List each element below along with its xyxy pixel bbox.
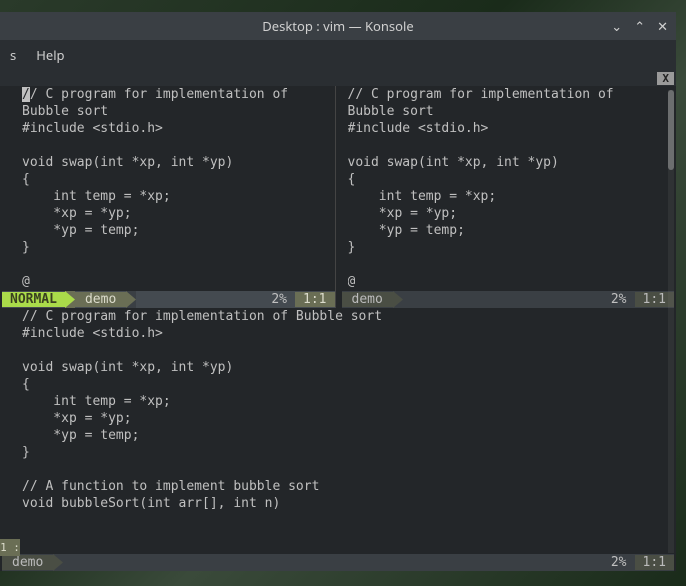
window-title: Desktop : vim — Konsole — [262, 17, 413, 35]
vim-editor[interactable]: // C program for implementation of Bubbl… — [0, 86, 676, 571]
tab-close-button[interactable]: X — [657, 72, 674, 85]
status-file: demo — [75, 292, 126, 307]
maximize-icon[interactable]: ⌃ — [634, 17, 645, 35]
status-file: demo — [2, 555, 53, 570]
window-controls: ⌄ ⌃ ✕ — [611, 17, 668, 35]
menubar: s Help — [0, 40, 676, 70]
konsole-window: Desktop : vim — Konsole ⌄ ⌃ ✕ s Help X /… — [0, 12, 676, 571]
status-percent: 2% — [603, 292, 635, 307]
tab-bar: X — [0, 70, 676, 86]
status-position: 1:1 — [295, 292, 334, 307]
status-percent: 2% — [263, 292, 295, 307]
code-bottom[interactable]: // C program for implementation of Bubbl… — [22, 308, 674, 554]
status-percent: 2% — [603, 555, 635, 570]
menu-item-help[interactable]: Help — [26, 46, 74, 64]
close-icon[interactable]: ✕ — [657, 17, 668, 35]
left-status-mark: 1 : — [0, 539, 20, 556]
statusline-active: NORMAL demo 2% 1:1 — [2, 291, 335, 308]
status-file: demo — [342, 292, 393, 307]
statusline-inactive-right: demo 2% 1:1 — [342, 291, 675, 308]
split-border[interactable] — [335, 86, 336, 308]
minimize-icon[interactable]: ⌄ — [611, 17, 622, 35]
code-top-left[interactable]: // C program for implementation of Bubbl… — [22, 86, 335, 291]
pane-top-right[interactable]: // C program for implementation of Bubbl… — [342, 86, 675, 308]
statusline-inactive-bottom: demo 2% 1:1 — [2, 554, 674, 571]
pane-top-left[interactable]: // C program for implementation of Bubbl… — [2, 86, 335, 308]
scrollbar-thumb[interactable] — [668, 90, 674, 170]
titlebar[interactable]: Desktop : vim — Konsole ⌄ ⌃ ✕ — [0, 12, 676, 40]
status-position: 1:1 — [635, 555, 674, 570]
top-splits: // C program for implementation of Bubbl… — [2, 86, 674, 308]
menu-item-left[interactable]: s — [0, 46, 26, 64]
gutter — [2, 86, 20, 288]
code-top-right[interactable]: // C program for implementation of Bubbl… — [348, 86, 675, 291]
pane-bottom[interactable]: // C program for implementation of Bubbl… — [2, 308, 674, 571]
scrollbar[interactable] — [668, 90, 674, 553]
gutter — [2, 308, 20, 551]
vim-mode: NORMAL — [2, 292, 65, 307]
